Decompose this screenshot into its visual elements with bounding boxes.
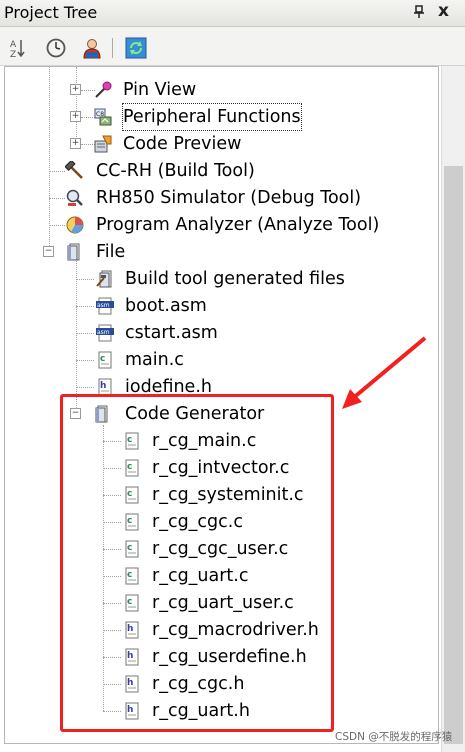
scrollbar-thumb[interactable] [444,166,463,744]
tree-item-label: File [96,242,126,262]
annotation-arrow [342,336,427,409]
expand-icon[interactable]: + [70,138,81,149]
svg-text:c: c [100,354,105,364]
tree-item-label: CC-RH (Build Tool) [96,161,255,181]
tree-item-boot-asm[interactable]: asm boot.asm [93,293,243,319]
sort-icon[interactable]: A Z [6,37,28,59]
tree-item-label: cstart.asm [125,323,218,343]
tree-item-cstart-asm[interactable]: asm cstart.asm [93,320,243,346]
expand-icon[interactable]: + [70,84,81,95]
hammer-icon [65,161,83,179]
svg-text:Z: Z [10,50,16,59]
tree-item-label: RH850 Simulator (Debug Tool) [96,188,362,208]
tree-connector [76,333,94,334]
toolbar: A Z [0,27,465,66]
svg-text:A: A [10,40,17,50]
peripheral-functions-icon: C8 [94,108,112,126]
user-icon[interactable] [81,37,103,59]
tree-item-label: Peripheral Functions [122,103,302,131]
clock-icon[interactable] [45,37,67,59]
title-bar: Project Tree x [0,0,465,27]
watermark: CSDN @不脱发的程序猿 [335,731,453,743]
c-file-icon: c [98,351,112,369]
tree-item-main-c[interactable]: c main.c [93,347,213,373]
asm-file-icon: asm [96,297,114,315]
tree-connector [76,387,94,388]
tree-item-label: Code Preview [123,134,242,154]
asm-file-icon: asm [96,324,114,342]
tree-connector [76,360,94,361]
expand-icon[interactable]: + [70,111,81,122]
tree-item-label: main.c [125,350,184,370]
toolbar-separator [112,38,113,58]
tree-item-build-tool[interactable]: CC-RH (Build Tool) [63,158,283,184]
tree-item-debug-tool[interactable]: RH850 Simulator (Debug Tool) [63,185,383,211]
tree-item-analyze-tool[interactable]: Program Analyzer (Analyze Tool) [63,212,393,238]
tree-item-label: Pin View [123,80,197,100]
tree-item-label: boot.asm [125,296,207,316]
tree-item-file[interactable]: − File [41,239,161,265]
svg-text:asm: asm [97,329,110,336]
tree-connector [76,279,94,280]
debug-tool-icon [66,189,83,206]
tree-connector [49,67,50,250]
tree-item-label: Program Analyzer (Analyze Tool) [96,215,380,235]
analyze-tool-icon [66,216,84,234]
highlight-box [60,394,334,732]
collapse-icon[interactable]: − [43,246,54,257]
tree-item-peripheral-functions[interactable]: + C8 Peripheral Functions [68,103,318,131]
panel-title: Project Tree [4,3,98,22]
refresh-icon[interactable] [125,37,147,59]
pin-icon[interactable] [413,5,425,19]
close-icon[interactable]: x [438,3,449,20]
tree-connector [76,258,77,414]
generated-files-icon [96,270,112,288]
tree-item-label: Build tool generated files [125,269,345,289]
tree-item-pin-view[interactable]: + Pin View [68,77,268,103]
code-preview-icon [94,135,112,153]
svg-text:h: h [100,381,106,391]
folder-icon [67,243,80,261]
tree-item-build-generated-files[interactable]: Build tool generated files [93,266,383,292]
vertical-scrollbar[interactable] [441,66,465,752]
tree-item-code-preview[interactable]: + Code Preview [68,131,268,157]
svg-text:asm: asm [97,302,110,309]
tree-connector [76,306,94,307]
pin-view-icon [95,81,112,98]
